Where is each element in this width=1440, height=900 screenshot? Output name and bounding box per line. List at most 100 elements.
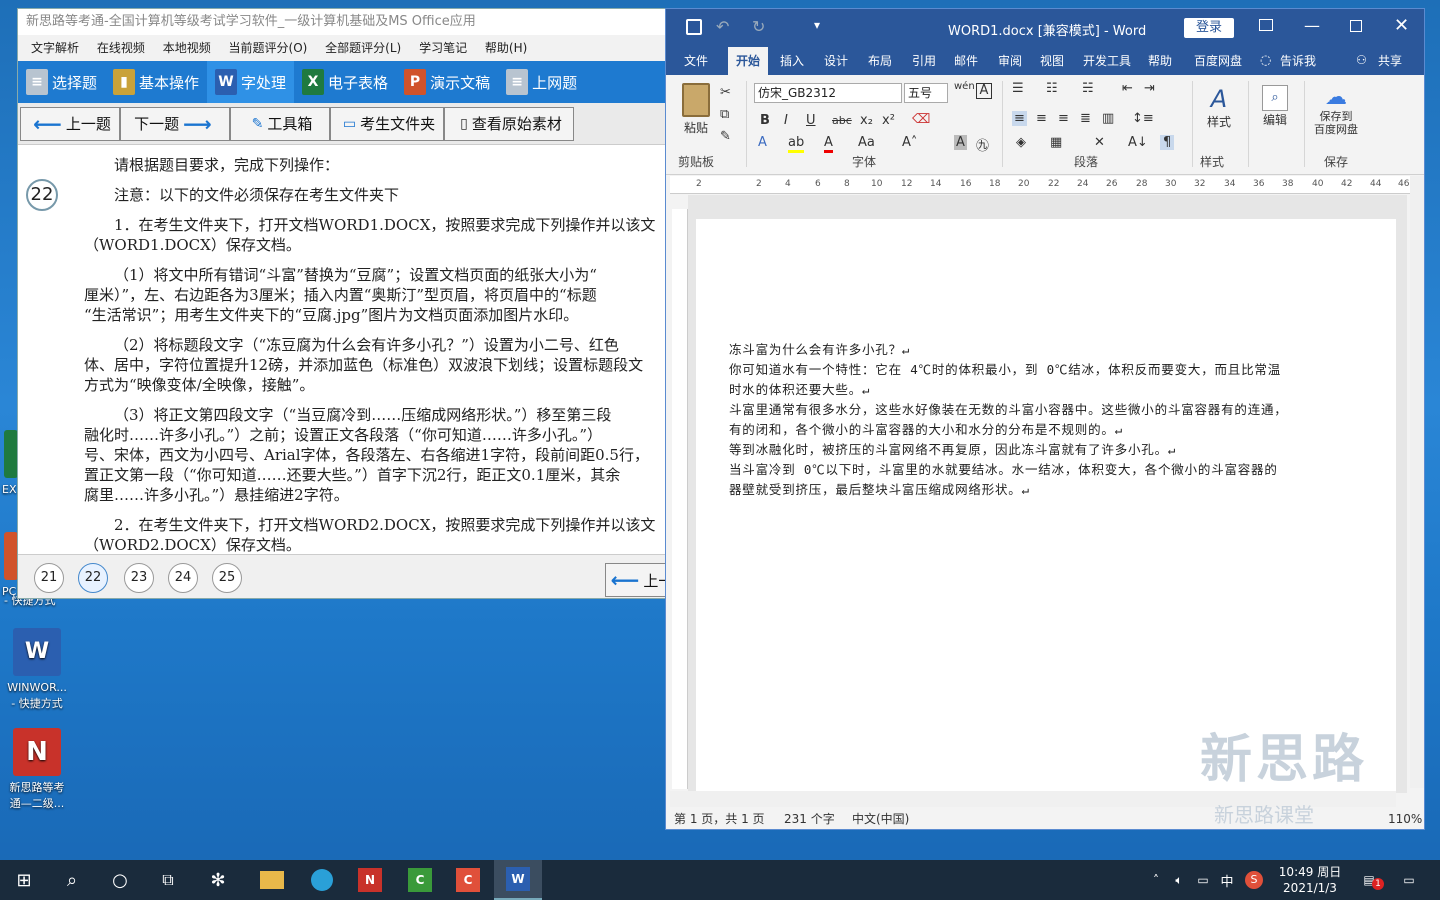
font-size-combo[interactable]: 五号 [904, 83, 948, 103]
numbering-icon[interactable]: ☷ [1046, 81, 1058, 96]
grow-font-icon[interactable]: A˄ [902, 135, 917, 150]
category-word[interactable]: W 字处理 [207, 61, 295, 103]
tab-references[interactable]: 引用 [904, 47, 944, 75]
page-23[interactable]: 23 [124, 563, 154, 593]
search-button[interactable]: ⌕ [48, 860, 96, 900]
tab-layout[interactable]: 布局 [860, 47, 900, 75]
horizontal-ruler[interactable]: 2 2 4 6 8 10 12 14 16 18 20 22 24 26 28 … [670, 176, 1410, 194]
category-excel[interactable]: X 电子表格 [294, 61, 396, 103]
taskbar-app-red[interactable]: C [444, 860, 492, 900]
vertical-scrollbar[interactable] [1410, 176, 1424, 788]
tray-sogou[interactable]: S [1242, 860, 1266, 900]
status-page[interactable]: 第 1 页，共 1 页 [674, 809, 765, 829]
tray-overflow[interactable]: ˄ [1146, 860, 1166, 900]
category-choice[interactable]: ≡ 选择题 [18, 61, 105, 103]
tab-mailings[interactable]: 邮件 [946, 47, 986, 75]
document-area[interactable]: 冻斗富为什么会有许多小孔？↵ 你可知道水有一个特性：它在 4℃时的体积最小，到 … [688, 195, 1407, 793]
document-page[interactable]: 冻斗富为什么会有许多小孔？↵ 你可知道水有一个特性：它在 4℃时的体积最小，到 … [696, 219, 1396, 793]
tab-developer[interactable]: 开发工具 [1078, 47, 1136, 75]
taskbar-app-green[interactable]: C [396, 860, 444, 900]
enclose-char-icon[interactable]: ㊈ [976, 135, 989, 154]
menu-local-video[interactable]: 本地视频 [163, 41, 211, 55]
menu-grade-all[interactable]: 全部题评分(L) [325, 41, 401, 55]
increase-indent-icon[interactable]: ⇥ [1144, 81, 1155, 96]
align-left-icon[interactable]: ≡ [1012, 111, 1027, 126]
redo-icon[interactable]: ↻ [752, 17, 765, 36]
align-right-icon[interactable]: ≡ [1058, 111, 1069, 126]
page-22[interactable]: 22 [78, 563, 108, 593]
login-button[interactable]: 登录 [1184, 18, 1234, 38]
toolbox-button[interactable]: ✎ 工具箱 [230, 106, 330, 141]
vertical-ruler[interactable] [672, 209, 688, 789]
save-baidu-button[interactable]: ☁ 保存到 百度网盘 [1308, 85, 1364, 136]
ribbon-display-icon[interactable] [1259, 19, 1273, 31]
justify-icon[interactable]: ≣ [1080, 111, 1091, 126]
pager-prev-button[interactable]: ⟵上一 [605, 563, 666, 597]
char-border-icon[interactable]: A [976, 83, 992, 99]
tab-tellme[interactable]: 告诉我 [1274, 47, 1322, 75]
start-button[interactable]: ⊞ [0, 860, 48, 900]
taskbar-app-xinsilu[interactable]: N [346, 860, 394, 900]
sort-icon[interactable]: A↓ [1128, 135, 1148, 150]
notification-center[interactable]: ▤ 1 [1354, 860, 1384, 900]
prev-question-button[interactable]: ⟵ 上一题 [20, 106, 120, 141]
taskbar-app-edge[interactable] [298, 860, 346, 900]
desktop-icon-xinsilu[interactable]: N 新思路等考 通—二级... [4, 728, 70, 812]
bold-icon[interactable]: B [760, 113, 770, 128]
format-painter-icon[interactable]: ✎ [720, 129, 731, 144]
phonetic-icon[interactable]: wén [954, 81, 975, 92]
strike-icon[interactable]: abc [832, 114, 852, 127]
show-marks-icon[interactable]: ¶ [1160, 135, 1175, 150]
shading-icon[interactable]: ◈ [1016, 135, 1026, 150]
font-name-combo[interactable]: 仿宋_GB2312 [754, 83, 902, 103]
tab-home[interactable]: 开始 [728, 47, 768, 75]
tab-file[interactable]: 文件 [674, 47, 718, 75]
chinese-layout-icon[interactable]: ✕ [1094, 135, 1105, 150]
clock[interactable]: 10:49 周日 2021/1/3 [1270, 860, 1350, 900]
menu-notes[interactable]: 学习笔记 [419, 41, 467, 55]
bullets-icon[interactable]: ☰ [1012, 81, 1024, 96]
taskbar-app-explorer[interactable] [248, 860, 296, 900]
clear-format-icon[interactable]: ⌫ [912, 112, 930, 127]
close-icon[interactable]: ✕ [1394, 15, 1409, 36]
cut-icon[interactable]: ✂ [720, 85, 731, 100]
save-icon[interactable] [686, 19, 702, 35]
font-color-icon[interactable]: A [824, 135, 833, 153]
tab-insert[interactable]: 插入 [772, 47, 812, 75]
action-center[interactable]: ▭ [1394, 860, 1424, 900]
styles-button[interactable]: A 样式 [1202, 85, 1236, 130]
distributed-icon[interactable]: ▥ [1102, 111, 1114, 126]
char-shading-icon[interactable]: A [954, 135, 967, 150]
change-case-icon[interactable]: Aa [858, 135, 875, 150]
tab-view[interactable]: 视图 [1032, 47, 1072, 75]
taskbar-app-pinwheel[interactable]: ✻ [194, 860, 242, 900]
underline-icon[interactable]: U [806, 113, 816, 128]
status-zoom[interactable]: 110% [1388, 809, 1422, 829]
exam-folder-button[interactable]: ▭ 考生文件夹 [330, 106, 444, 141]
next-question-button[interactable]: 下一题 ⟶ [120, 106, 230, 141]
menu-help[interactable]: 帮助(H) [485, 41, 527, 55]
tray-volume[interactable]: 🔈︎ [1168, 860, 1190, 900]
text-effects-icon[interactable]: A [758, 135, 767, 150]
align-center-icon[interactable]: ≡ [1036, 111, 1047, 126]
share-button[interactable]: 共享 [1370, 47, 1410, 75]
decrease-indent-icon[interactable]: ⇤ [1122, 81, 1133, 96]
category-web[interactable]: ≡ 上网题 [498, 61, 585, 103]
tab-help[interactable]: 帮助 [1140, 47, 1180, 75]
customize-icon[interactable]: ▾ [814, 18, 820, 32]
italic-icon[interactable]: I [784, 113, 788, 128]
page-21[interactable]: 21 [34, 563, 64, 593]
tray-network[interactable]: ▭ [1192, 860, 1214, 900]
menu-grade-current[interactable]: 当前题评分(O) [229, 41, 308, 55]
category-ppt[interactable]: P 演示文稿 [396, 61, 498, 103]
taskbar-app-word[interactable]: W [494, 860, 542, 900]
copy-icon[interactable]: ⧉ [720, 107, 729, 122]
tray-ime[interactable]: 中 [1216, 860, 1238, 900]
minimize-icon[interactable]: — [1304, 16, 1320, 35]
menu-online-video[interactable]: 在线视频 [97, 41, 145, 55]
subscript-icon[interactable]: x₂ [860, 113, 873, 128]
maximize-icon[interactable] [1350, 20, 1362, 32]
category-basic-ops[interactable]: ▮ 基本操作 [105, 61, 207, 103]
multilevel-icon[interactable]: ☵ [1082, 81, 1094, 96]
cortana-button[interactable]: ○ [96, 860, 144, 900]
